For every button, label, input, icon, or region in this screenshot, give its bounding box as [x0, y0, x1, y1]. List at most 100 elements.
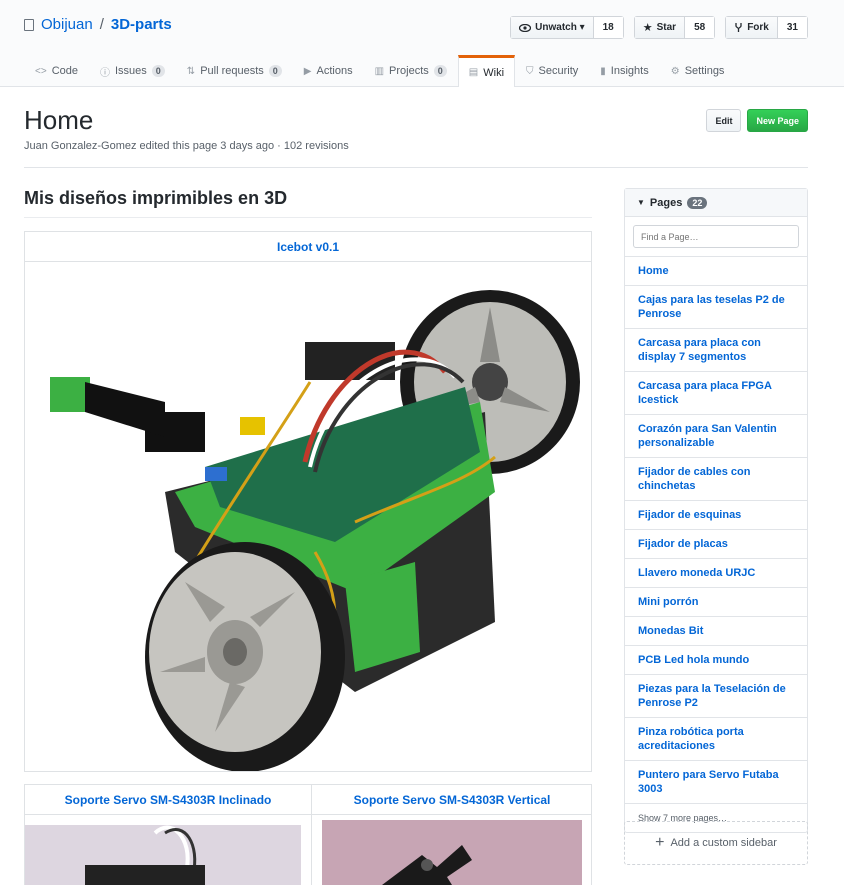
tab-label: Projects — [389, 65, 429, 77]
issue-icon: ⓘ — [99, 67, 110, 79]
servo-vertical-image[interactable] — [312, 815, 592, 885]
eye-icon — [519, 23, 532, 32]
tab-label: Insights — [610, 65, 649, 77]
page-meta: Juan Gonzalez-Gomez edited this page 3 d… — [24, 140, 349, 152]
sidebar-page-link[interactable]: Home — [625, 257, 807, 286]
sidebar-page-link[interactable]: Puntero para Servo Futaba 3003 — [625, 761, 807, 804]
wiki-page-header: Home Juan Gonzalez-Gomez edited this pag… — [24, 105, 808, 168]
servo-inclinado-image[interactable] — [25, 815, 311, 885]
projects-count-badge: 0 — [433, 65, 447, 77]
issues-count-badge: 0 — [151, 65, 165, 77]
find-page-input[interactable] — [633, 225, 799, 248]
pages-list: Home Cajas para las teselas P2 de Penrose… — [625, 257, 807, 804]
sidebar-page-link[interactable]: Pinza robótica porta acreditaciones — [625, 718, 807, 761]
tab-wiki[interactable]: ▤ Wiki — [457, 55, 516, 87]
fork-icon — [735, 23, 742, 32]
add-custom-sidebar-button[interactable]: + Add a custom sidebar — [624, 821, 808, 865]
tab-label: Code — [51, 65, 78, 77]
sidebar-page-link[interactable]: Fijador de esquinas — [625, 501, 807, 530]
new-page-button[interactable]: New Page — [747, 109, 808, 132]
book-icon: ▤ — [468, 67, 479, 78]
play-icon: ▶ — [303, 65, 312, 77]
tab-actions[interactable]: ▶ Actions — [293, 55, 364, 86]
tab-projects[interactable]: ▥ Projects 0 — [364, 55, 458, 86]
pages-toggle[interactable]: ▼ Pages 22 — [625, 189, 807, 217]
fork-count[interactable]: 31 — [777, 17, 807, 38]
watch-button[interactable]: Unwatch ▾ — [511, 17, 594, 38]
fork-label: Fork — [747, 22, 769, 33]
page-search — [625, 217, 807, 257]
star-count[interactable]: 58 — [685, 17, 715, 38]
tab-label: Issues — [114, 65, 147, 77]
repo-nav-tabs: <> Code ⓘ Issues 0 ⇅ Pull requests 0 ▶ Actions… — [24, 55, 735, 87]
edit-button[interactable]: Edit — [706, 109, 742, 132]
tab-label: Pull requests — [200, 65, 264, 77]
sidebar-page-link[interactable]: PCB Led hola mundo — [625, 646, 807, 675]
watch-label: Unwatch ▾ — [535, 22, 585, 33]
servo-inclinado-link[interactable]: Soporte Servo SM-S4303R Inclinado — [25, 785, 311, 815]
wiki-content: Mis diseños imprimibles en 3D Icebot v0.… — [24, 188, 592, 885]
repo-owner-link[interactable]: Obijuan — [41, 16, 93, 33]
code-icon: <> — [35, 65, 47, 77]
shield-icon: ⛉ — [526, 65, 534, 77]
servo-vertical-link[interactable]: Soporte Servo SM-S4303R Vertical — [312, 785, 592, 815]
servo-vertical-photo — [322, 820, 582, 885]
servo-vertical-cell: Soporte Servo SM-S4303R Vertical — [311, 785, 592, 885]
sidebar-page-link[interactable]: Fijador de placas — [625, 530, 807, 559]
sidebar-page-link[interactable]: Monedas Bit — [625, 617, 807, 646]
servo-inclinado-cell: Soporte Servo SM-S4303R Inclinado — [25, 785, 311, 885]
repo-separator: / — [99, 16, 104, 33]
watch-button-group: Unwatch ▾ 18 — [510, 16, 624, 39]
plus-icon: + — [655, 834, 665, 851]
tab-label: Actions — [316, 65, 353, 77]
tab-pull-requests[interactable]: ⇅ Pull requests 0 — [176, 55, 293, 86]
tab-issues[interactable]: ⓘ Issues 0 — [89, 55, 176, 86]
fork-button-group: Fork 31 — [725, 16, 808, 39]
pages-title: Pages — [649, 196, 683, 209]
sidebar-page-link[interactable]: Carcasa para placa con display 7 segment… — [625, 329, 807, 372]
add-custom-sidebar-label: Add a custom sidebar — [670, 837, 777, 849]
gear-icon: ⚙ — [670, 65, 680, 77]
repo-actions: Unwatch ▾ 18 ★ Star 58 Fork 31 — [510, 16, 808, 39]
tab-label: Security — [538, 65, 579, 77]
caret-down-icon: ▼ — [637, 198, 645, 207]
servo-inclinado-photo — [25, 825, 301, 885]
star-icon: ★ — [642, 22, 653, 34]
sidebar-page-link[interactable]: Piezas para la Teselación de Penrose P2 — [625, 675, 807, 718]
tab-label: Wiki — [483, 66, 505, 79]
star-button[interactable]: ★ Star — [634, 17, 686, 38]
pr-count-badge: 0 — [268, 65, 282, 77]
fork-button[interactable]: Fork — [726, 17, 778, 38]
page-title: Home — [24, 105, 94, 135]
robot-illustration — [50, 290, 580, 771]
repo-name-link[interactable]: 3D-parts — [111, 16, 172, 33]
star-label: Star — [656, 22, 677, 33]
icebot-image[interactable] — [25, 262, 591, 771]
repo-header: Obijuan / 3D-parts Unwatch ▾ 18 ★ Star 5… — [0, 0, 844, 87]
content-heading: Mis diseños imprimibles en 3D — [24, 188, 592, 218]
tab-settings[interactable]: ⚙ Settings — [660, 55, 736, 86]
sidebar-page-link[interactable]: Mini porrón — [625, 588, 807, 617]
pull-request-icon: ⇅ — [186, 65, 196, 77]
sidebar-page-link[interactable]: Carcasa para placa FPGA Icestick — [625, 372, 807, 415]
page-buttons: Edit New Page — [706, 109, 808, 132]
graph-icon: ▮ — [600, 65, 606, 77]
tab-label: Settings — [684, 65, 725, 77]
repo-icon — [24, 18, 34, 31]
tab-code[interactable]: <> Code — [24, 55, 89, 86]
tab-insights[interactable]: ▮ Insights — [589, 55, 659, 86]
star-button-group: ★ Star 58 — [633, 16, 716, 39]
sidebar-page-link[interactable]: Llavero moneda URJC — [625, 559, 807, 588]
pages-count-badge: 22 — [687, 196, 708, 209]
sidebar-page-link[interactable]: Corazón para San Valentin personalizable — [625, 415, 807, 458]
project-icon: ▥ — [374, 65, 385, 77]
tab-security[interactable]: ⛉ Security — [515, 55, 589, 86]
icebot-link[interactable]: Icebot v0.1 — [25, 232, 591, 262]
repo-title: Obijuan / 3D-parts — [24, 16, 172, 33]
sidebar-page-link[interactable]: Fijador de cables con chinchetas — [625, 458, 807, 501]
watch-count[interactable]: 18 — [593, 17, 623, 38]
wiki-sidebar: ▼ Pages 22 HomeCajas para las teselas P2… — [624, 188, 808, 833]
sidebar-page-link[interactable]: Cajas para las teselas P2 de Penrose — [625, 286, 807, 329]
icebot-table: Icebot v0.1 — [24, 231, 592, 772]
servo-table: Soporte Servo SM-S4303R Inclinado Soport… — [24, 784, 592, 885]
